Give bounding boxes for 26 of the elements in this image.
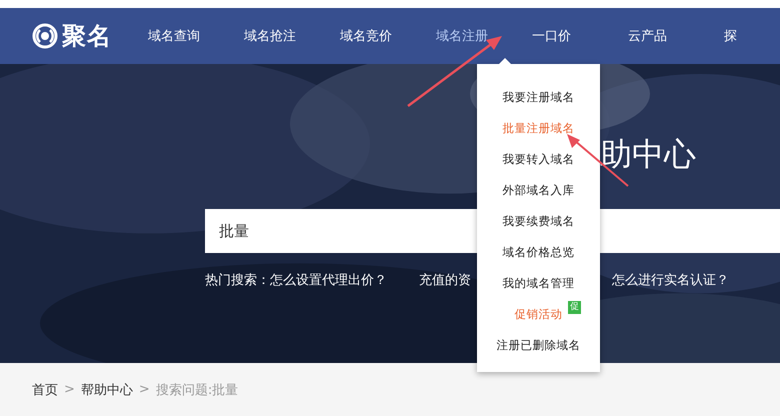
nav-link[interactable]: 域名查询 <box>148 27 204 45</box>
menu-item[interactable]: 域名价格总览 <box>502 245 574 260</box>
promo-badge: 促 <box>568 301 581 314</box>
nav-link[interactable]: 一口价 <box>532 27 588 45</box>
menu-item[interactable]: 我的域名管理 <box>502 276 574 291</box>
nav-link[interactable]: 云产品 <box>628 27 684 45</box>
breadcrumb-separator: > <box>64 382 75 397</box>
page-title: 助中心 <box>600 134 696 175</box>
menu-item[interactable]: 外部域名入库 <box>502 183 574 198</box>
breadcrumb-link[interactable]: 首页 <box>32 380 58 398</box>
menu-item[interactable]: 注册已删除域名 <box>496 338 580 353</box>
nav-link[interactable]: 域名注册 <box>436 27 492 45</box>
breadcrumb-link[interactable]: 帮助中心 <box>80 380 133 398</box>
menu-item[interactable]: 我要续费域名 <box>502 214 574 229</box>
nav-link[interactable]: 域名抢注 <box>244 27 300 45</box>
nav-link[interactable]: 域名竞价 <box>340 27 396 45</box>
hot-search-link[interactable]: 充值的资 <box>419 271 471 289</box>
logo-icon <box>32 23 58 49</box>
logo-text[interactable]: 聚名 <box>62 20 112 52</box>
breadcrumb-separator: > <box>138 382 150 397</box>
hot-search-label: 热门搜索： <box>205 272 270 289</box>
hot-search-link[interactable]: 怎么设置代理出价？ <box>270 271 387 289</box>
menu-item[interactable]: 我要转入域名 <box>502 152 574 167</box>
hot-search-link[interactable]: 怎么进行实名认证？ <box>612 271 729 289</box>
nav-link[interactable]: 探 <box>724 27 780 45</box>
menu-item[interactable]: 我要注册域名 <box>502 90 574 105</box>
